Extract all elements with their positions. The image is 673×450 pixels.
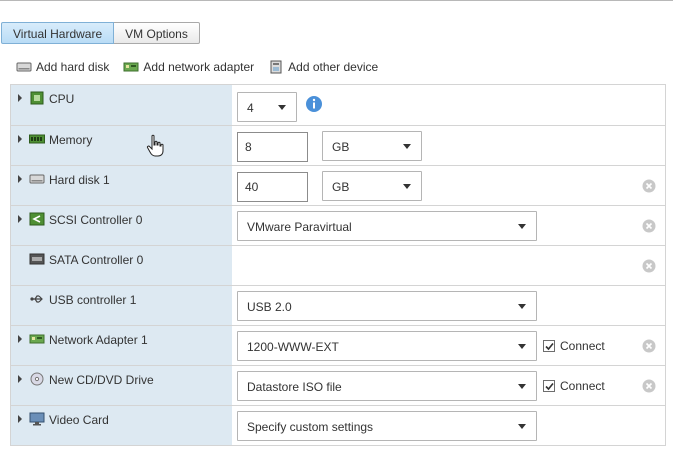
- network-icon: [29, 334, 45, 344]
- usb-icon: [30, 295, 43, 303]
- device-row-network: Network Adapter 1 1200-WWW-EXT Connect: [10, 326, 666, 366]
- cpu-count-select[interactable]: 4: [237, 92, 297, 122]
- other-device-icon: [270, 60, 282, 74]
- checkbox-checked-icon: [543, 380, 555, 392]
- tab-bar: Virtual Hardware VM Options: [1, 22, 200, 44]
- cdrom-connect-checkbox[interactable]: Connect: [543, 379, 605, 393]
- top-border: [0, 0, 673, 1]
- cpu-count-value: 4: [247, 101, 254, 115]
- remove-icon[interactable]: [642, 219, 656, 233]
- memory-unit-value: GB: [332, 140, 350, 154]
- tab-virtual-hardware[interactable]: Virtual Hardware: [1, 22, 115, 44]
- device-row-usb: USB controller 1 USB 2.0: [10, 286, 666, 326]
- cdrom-select[interactable]: Datastore ISO file: [237, 371, 537, 401]
- info-icon[interactable]: [305, 95, 323, 113]
- device-row-cpu: CPU 4: [10, 85, 666, 126]
- hard-disk-icon: [16, 62, 32, 72]
- chevron-down-icon: [518, 224, 526, 229]
- scsi-type-value: VMware Paravirtual: [247, 220, 352, 234]
- expand-caret-icon[interactable]: [18, 335, 22, 343]
- network-select[interactable]: 1200-WWW-EXT: [237, 331, 537, 361]
- expand-caret-icon[interactable]: [18, 94, 22, 102]
- hard-disk-size-input[interactable]: [237, 172, 308, 202]
- hard-disk-unit-value: GB: [332, 180, 350, 194]
- device-label-video: Video Card: [49, 413, 109, 427]
- device-row-sata: SATA Controller 0: [10, 246, 666, 286]
- device-row-hard-disk: Hard disk 1 GB: [10, 166, 666, 206]
- device-label-usb: USB controller 1: [49, 293, 137, 307]
- cdrom-value: Datastore ISO file: [247, 380, 342, 394]
- chevron-down-icon: [518, 424, 526, 429]
- network-connect-checkbox[interactable]: Connect: [543, 339, 605, 353]
- video-card-select[interactable]: Specify custom settings: [237, 411, 537, 441]
- scsi-type-select[interactable]: VMware Paravirtual: [237, 211, 537, 241]
- device-row-memory: Memory GB: [10, 126, 666, 166]
- usb-version-select[interactable]: USB 2.0: [237, 291, 537, 321]
- sata-icon: [29, 253, 45, 265]
- chevron-down-icon: [518, 384, 526, 389]
- network-value: 1200-WWW-EXT: [247, 340, 339, 354]
- expand-caret-icon[interactable]: [18, 215, 22, 223]
- usb-version-value: USB 2.0: [247, 300, 292, 314]
- add-other-device-label: Add other device: [288, 60, 379, 74]
- expand-caret-icon[interactable]: [18, 135, 22, 143]
- expand-caret-icon[interactable]: [18, 415, 22, 423]
- remove-icon[interactable]: [642, 259, 656, 273]
- device-label-cdrom: New CD/DVD Drive: [49, 373, 154, 387]
- checkbox-checked-icon: [543, 340, 555, 352]
- network-adapter-icon: [123, 62, 139, 72]
- network-connect-label: Connect: [560, 339, 605, 353]
- virtual-hardware-table: CPU 4 Memory 8 GB Hard disk 1 40 GB SCSI…: [10, 84, 666, 446]
- add-network-adapter-label: Add network adapter: [143, 60, 255, 74]
- toolbar: Add hard disk Add network adapter Add ot…: [16, 60, 378, 74]
- device-label-scsi: SCSI Controller 0: [49, 213, 143, 227]
- hand-cursor-icon: [146, 134, 164, 157]
- expand-caret-icon[interactable]: [18, 375, 22, 383]
- device-label-memory: Memory: [49, 133, 93, 147]
- chevron-down-icon: [278, 105, 286, 110]
- cdrom-connect-label: Connect: [560, 379, 605, 393]
- memory-size-input[interactable]: [237, 132, 308, 162]
- remove-icon[interactable]: [642, 379, 656, 393]
- add-hard-disk-label: Add hard disk: [36, 60, 110, 74]
- chevron-down-icon: [518, 304, 526, 309]
- cpu-icon: [30, 91, 44, 105]
- device-row-scsi: SCSI Controller 0 VMware Paravirtual: [10, 206, 666, 246]
- memory-unit-select[interactable]: GB: [322, 131, 422, 161]
- device-row-cdrom: New CD/DVD Drive Datastore ISO file Conn…: [10, 366, 666, 406]
- device-label-network: Network Adapter 1: [49, 333, 148, 347]
- video-card-value: Specify custom settings: [247, 420, 374, 434]
- device-row-video: Video Card Specify custom settings: [10, 406, 666, 446]
- hard-disk-icon: [29, 174, 45, 184]
- remove-icon[interactable]: [642, 179, 656, 193]
- scsi-icon: [29, 212, 45, 226]
- remove-icon[interactable]: [642, 339, 656, 353]
- expand-caret-icon[interactable]: [18, 175, 22, 183]
- video-card-icon: [29, 412, 45, 426]
- device-label-cpu: CPU: [49, 92, 75, 106]
- add-other-device-button[interactable]: Add other device: [268, 60, 378, 74]
- cdrom-icon: [30, 372, 44, 386]
- chevron-down-icon: [518, 344, 526, 349]
- add-network-adapter-button[interactable]: Add network adapter: [123, 60, 254, 74]
- add-hard-disk-button[interactable]: Add hard disk: [16, 60, 109, 74]
- device-label-hard-disk: Hard disk 1: [49, 173, 110, 187]
- hard-disk-unit-select[interactable]: GB: [322, 171, 422, 201]
- device-label-sata: SATA Controller 0: [49, 253, 144, 267]
- chevron-down-icon: [403, 144, 411, 149]
- chevron-down-icon: [403, 184, 411, 189]
- memory-icon: [29, 134, 45, 144]
- tab-vm-options[interactable]: VM Options: [114, 22, 200, 44]
